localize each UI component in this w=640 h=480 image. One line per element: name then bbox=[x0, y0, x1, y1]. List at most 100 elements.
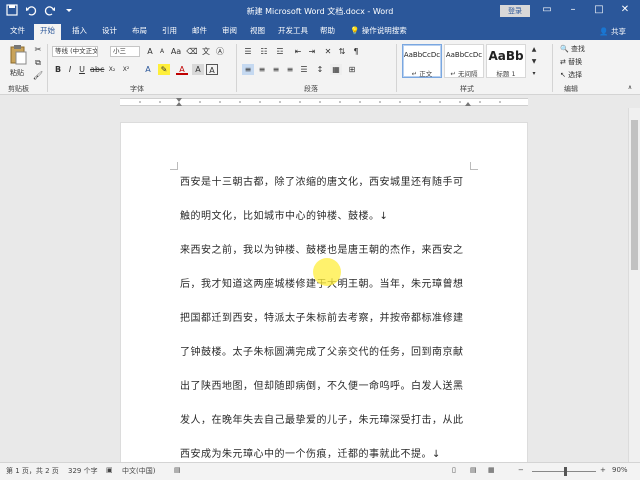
justify-icon[interactable]: ≡ bbox=[284, 64, 296, 75]
document-line[interactable]: 发人，在晚年失去自己最挚爱的儿子，朱元璋深受打击，从此 bbox=[180, 411, 470, 426]
horizontal-ruler[interactable] bbox=[0, 96, 640, 108]
vertical-scrollbar[interactable] bbox=[628, 108, 640, 462]
document-line[interactable]: 西安是十三朝古都，除了浓缩的唐文化，西安城里还有随手可 bbox=[180, 173, 470, 188]
zoom-level[interactable]: 90% bbox=[612, 466, 628, 474]
minimize-icon[interactable]: – bbox=[566, 3, 580, 17]
tab-design[interactable]: 设计 bbox=[96, 24, 123, 40]
document-line[interactable]: 出了陕西地图，但却随即病倒，不久便一命呜呼。白发人送黑 bbox=[180, 377, 470, 392]
collapse-ribbon-icon[interactable]: ∧ bbox=[624, 82, 636, 93]
document-line[interactable]: 西安成为朱元璋心中的一个伤痕，迁都的事就此不提。↓ bbox=[180, 445, 470, 460]
align-center-icon[interactable]: ≡ bbox=[256, 64, 268, 75]
language-indicator[interactable]: 中文(中国) bbox=[122, 466, 155, 476]
tab-mailings[interactable]: 邮件 bbox=[186, 24, 213, 40]
sort-icon[interactable]: ⇅ bbox=[336, 46, 348, 57]
cut-icon[interactable]: ✂ bbox=[32, 44, 44, 55]
share-button[interactable]: 👤 共享 bbox=[599, 26, 626, 37]
zoom-in-icon[interactable]: + bbox=[600, 466, 606, 474]
cursor-icon: ↖ bbox=[560, 71, 566, 79]
numbering-icon[interactable]: ☷ bbox=[258, 46, 270, 57]
paste-button[interactable] bbox=[8, 44, 28, 66]
replace-button[interactable]: ⇄ 替换 bbox=[560, 57, 582, 67]
enclose-characters-icon[interactable]: Ⓐ bbox=[214, 46, 226, 57]
character-shading-icon[interactable]: A bbox=[192, 64, 204, 75]
underline-icon[interactable]: U bbox=[76, 64, 88, 75]
tab-review[interactable]: 审阅 bbox=[216, 24, 243, 40]
text-effects-icon[interactable]: A bbox=[142, 64, 154, 75]
grow-font-icon[interactable]: A bbox=[144, 46, 156, 57]
distributed-icon[interactable]: ☰ bbox=[298, 64, 310, 75]
increase-indent-icon[interactable]: ⇥ bbox=[306, 46, 318, 57]
chinese-layout-icon[interactable]: ✕ bbox=[322, 46, 334, 57]
shrink-font-icon[interactable]: A bbox=[156, 46, 168, 57]
select-button[interactable]: ↖ 选择 bbox=[560, 70, 582, 80]
ribbon-tabs: 文件 开始 插入 设计 布局 引用 邮件 审阅 视图 开发工具 帮助 💡 操作说… bbox=[0, 22, 640, 40]
document-line[interactable]: 来西安之前，我以为钟楼、鼓楼也是唐王朝的杰作，来西安之 bbox=[180, 241, 470, 256]
style-no-spacing[interactable]: AaBbCcDc ↵ 无间隔 bbox=[444, 44, 484, 78]
zoom-slider-knob[interactable] bbox=[564, 467, 567, 476]
line-spacing-icon[interactable]: ↕ bbox=[314, 64, 326, 75]
highlight-color-icon[interactable]: ✎ bbox=[158, 64, 170, 75]
style-normal[interactable]: AaBbCcDc ↵ 正文 bbox=[402, 44, 442, 78]
scrollbar-thumb[interactable] bbox=[631, 120, 638, 270]
tab-insert[interactable]: 插入 bbox=[66, 24, 93, 40]
document-line[interactable]: 把国都迁到西安，特派太子朱标前去考察，并按帝都标准修建 bbox=[180, 309, 470, 324]
print-layout-icon[interactable]: ▤ bbox=[470, 466, 477, 474]
proofing-icon[interactable]: ▣ bbox=[106, 466, 113, 474]
document-line[interactable]: 触的明文化，比如城市中心的钟楼、鼓楼。↓ bbox=[180, 207, 470, 222]
document-area[interactable]: 西安是十三朝古都，除了浓缩的唐文化，西安城里还有随手可 触的明文化，比如城市中心… bbox=[0, 108, 640, 462]
document-page[interactable]: 西安是十三朝古都，除了浓缩的唐文化，西安城里还有随手可 触的明文化，比如城市中心… bbox=[120, 122, 528, 462]
tell-me-search[interactable]: 💡 操作说明搜索 bbox=[344, 24, 413, 40]
font-name-dropdown[interactable]: 等线 (中文正文) bbox=[52, 46, 98, 57]
font-color-icon[interactable]: A bbox=[176, 64, 188, 75]
align-left-icon[interactable]: ≡ bbox=[242, 64, 254, 75]
show-marks-icon[interactable]: ¶ bbox=[350, 46, 362, 57]
tab-home[interactable]: 开始 bbox=[34, 24, 61, 40]
italic-icon[interactable]: I bbox=[64, 64, 76, 75]
styles-scroll-down-icon[interactable]: ▼ bbox=[528, 56, 540, 67]
style-preview: AaBbCcDc bbox=[403, 51, 441, 59]
tab-references[interactable]: 引用 bbox=[156, 24, 183, 40]
document-line[interactable]: 了钟鼓楼。太子朱标圆满完成了父亲交代的任务，回到南京献 bbox=[180, 343, 470, 358]
zoom-out-icon[interactable]: − bbox=[518, 466, 524, 474]
multilevel-list-icon[interactable]: ☲ bbox=[274, 46, 286, 57]
character-border-icon[interactable]: A bbox=[206, 64, 218, 75]
font-size-dropdown[interactable]: 小三 bbox=[110, 46, 140, 57]
decrease-indent-icon[interactable]: ⇤ bbox=[292, 46, 304, 57]
ribbon-display-icon[interactable]: ▭ bbox=[540, 3, 554, 17]
tab-view[interactable]: 视图 bbox=[244, 24, 271, 40]
paste-icon bbox=[10, 45, 27, 65]
close-icon[interactable]: ✕ bbox=[618, 3, 632, 17]
macro-record-icon[interactable]: ▤ bbox=[174, 466, 181, 474]
tab-layout[interactable]: 布局 bbox=[126, 24, 153, 40]
shading-icon[interactable]: ▦ bbox=[330, 64, 342, 75]
change-case-icon[interactable]: Aa bbox=[170, 46, 182, 57]
maximize-icon[interactable]: □ bbox=[592, 3, 606, 17]
superscript-icon[interactable]: X² bbox=[120, 64, 132, 75]
subscript-icon[interactable]: X₂ bbox=[106, 64, 118, 75]
borders-icon[interactable]: ⊞ bbox=[346, 64, 358, 75]
word-count[interactable]: 329 个字 bbox=[68, 466, 98, 476]
tab-help[interactable]: 帮助 bbox=[314, 24, 341, 40]
web-layout-icon[interactable]: ▦ bbox=[488, 466, 495, 474]
style-preview: AaBb bbox=[488, 49, 524, 63]
bullets-icon[interactable]: ☰ bbox=[242, 46, 254, 57]
align-right-icon[interactable]: ≡ bbox=[270, 64, 282, 75]
strikethrough-icon[interactable]: abc bbox=[90, 64, 104, 75]
styles-more-icon[interactable]: ▾ bbox=[528, 68, 540, 79]
find-button[interactable]: 🔍 查找 bbox=[560, 44, 585, 54]
format-painter-icon[interactable]: 🖌 bbox=[32, 70, 44, 81]
styles-scroll-up-icon[interactable]: ▲ bbox=[528, 44, 540, 55]
paste-label: 粘贴 bbox=[10, 69, 24, 77]
page-count[interactable]: 第 1 页，共 2 页 bbox=[6, 466, 59, 476]
copy-icon[interactable]: ⧉ bbox=[32, 57, 44, 68]
search-icon: 🔍 bbox=[560, 45, 569, 53]
phonetic-guide-icon[interactable]: 文 bbox=[200, 46, 212, 57]
tab-developer[interactable]: 开发工具 bbox=[272, 24, 314, 40]
bold-icon[interactable]: B bbox=[52, 64, 64, 75]
tab-file[interactable]: 文件 bbox=[4, 24, 31, 40]
login-button[interactable]: 登录 bbox=[500, 5, 530, 17]
style-heading-1[interactable]: AaBb 标题 1 bbox=[486, 44, 526, 78]
clear-formatting-icon[interactable]: ⌫ bbox=[186, 46, 198, 57]
group-divider bbox=[396, 44, 397, 92]
read-mode-icon[interactable]: ▯ bbox=[452, 466, 456, 474]
